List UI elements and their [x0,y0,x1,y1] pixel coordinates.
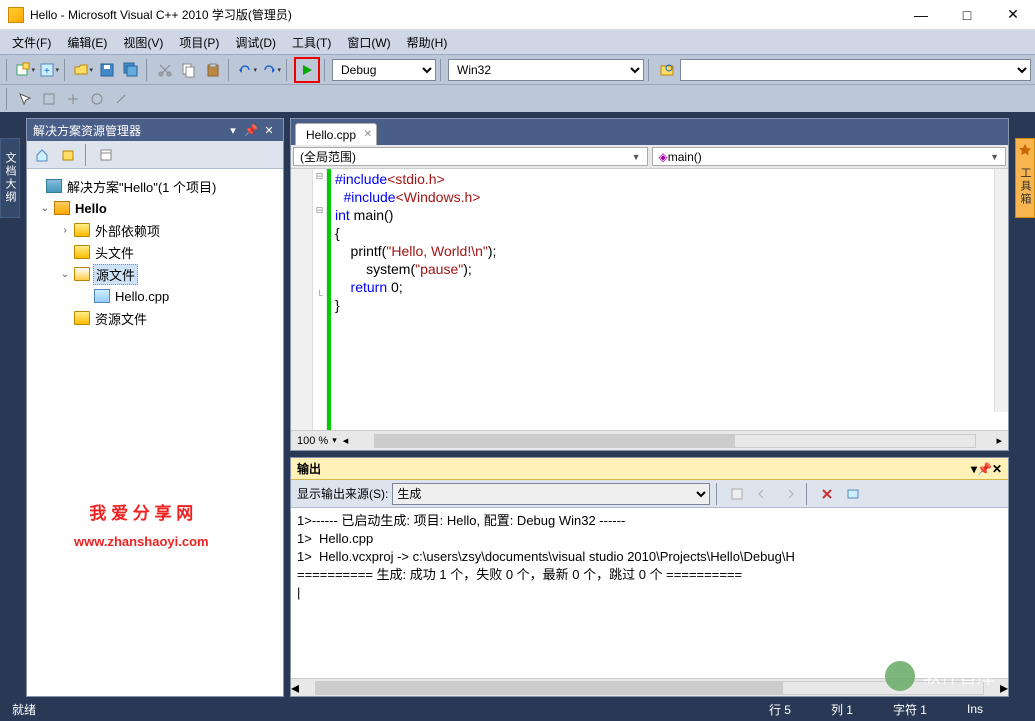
menu-help[interactable]: 帮助(H) [399,31,456,54]
new-project-button[interactable]: ▾ [14,59,36,81]
solution-explorer-header: 解决方案资源管理器 ▾ 📌 ✕ [27,119,283,141]
open-button[interactable]: ▾ [72,59,94,81]
output-source-select[interactable]: 生成 [392,483,710,505]
overview-ruler[interactable] [994,169,1008,412]
config-select[interactable]: Debug [332,59,436,81]
menu-view[interactable]: 视图(V) [115,31,171,54]
tree-project[interactable]: ⌄Hello [31,197,279,219]
output-clear-button[interactable] [816,483,838,505]
svg-text:+: + [44,66,50,77]
tool2-button[interactable] [38,88,60,110]
solution-toolbar [27,141,283,169]
status-ready: 就绪 [12,701,36,718]
window-title: Hello - Microsoft Visual C++ 2010 学习版(管理… [30,6,907,23]
tool4-button[interactable] [86,88,108,110]
maximize-button[interactable]: □ [953,5,981,25]
panel-close-button[interactable]: ✕ [261,122,277,138]
output-toolbar: 显示输出来源(S): 生成 [291,480,1008,508]
editor-navbar: (全局范围)▼ ◈ main()▼ [291,145,1008,169]
save-all-button[interactable] [120,59,142,81]
titlebar: Hello - Microsoft Visual C++ 2010 学习版(管理… [0,0,1035,30]
tool3-button[interactable] [62,88,84,110]
output-title: 输出 [297,460,321,477]
fold-gutter[interactable]: ⊟⊟└ [313,169,327,430]
tree-folder-source[interactable]: ⌄源文件 [31,263,279,285]
scope-select[interactable]: (全局范围)▼ [293,147,648,166]
tree-solution[interactable]: 解决方案"Hello"(1 个项目) [31,175,279,197]
breakpoint-gutter[interactable] [291,169,313,430]
tree-folder-headers[interactable]: 头文件 [31,241,279,263]
zoom-level[interactable]: 100 % [297,435,328,447]
editor-tab-hello-cpp[interactable]: Hello.cpp✕ [295,123,377,145]
pointer-button[interactable] [14,88,36,110]
find-in-files-button[interactable] [656,59,678,81]
editor-footer: 100 %▾ ◂ ▸ [291,430,1008,450]
menubar: 文件(F) 编辑(E) 视图(V) 项目(P) 调试(D) 工具(T) 窗口(W… [0,30,1035,54]
output-hscrollbar[interactable]: ◂▸ [291,678,1008,696]
menu-file[interactable]: 文件(F) [4,31,59,54]
output-panel: 输出 ▾ 📌 ✕ 显示输出来源(S): 生成 1>------ 已启动生成: 项… [290,457,1009,697]
solution-explorer-title: 解决方案资源管理器 [33,122,141,139]
editor-hscrollbar[interactable] [374,434,976,448]
member-select[interactable]: ◈ main()▼ [652,147,1007,166]
code-editor: Hello.cpp✕ (全局范围)▼ ◈ main()▼ ⊟⊟└ #includ… [290,118,1009,451]
code-area[interactable]: ⊟⊟└ #include<stdio.h> #include<Windows.h… [291,169,1008,430]
platform-select[interactable]: Win32 [448,59,644,81]
toolbar-secondary [0,84,1035,112]
panel-pin-button[interactable]: 📌 [243,122,259,138]
tree-file-hello-cpp[interactable]: Hello.cpp [31,285,279,307]
output-prev-button[interactable] [752,483,774,505]
status-col: 列 1 [831,701,853,718]
sol-refresh-button[interactable] [57,144,79,166]
output-text[interactable]: 1>------ 已启动生成: 项目: Hello, 配置: Debug Win… [291,508,1008,678]
output-next-button[interactable] [778,483,800,505]
start-debug-button[interactable] [294,57,320,83]
menu-edit[interactable]: 编辑(E) [59,31,115,54]
menu-tools[interactable]: 工具(T) [284,31,339,54]
undo-button[interactable]: ▾ [236,59,258,81]
code-text[interactable]: #include<stdio.h> #include<Windows.h> in… [331,169,1008,430]
menu-window[interactable]: 窗口(W) [339,31,398,54]
menu-project[interactable]: 项目(P) [171,31,227,54]
output-goto-button[interactable] [726,483,748,505]
tree-folder-resource[interactable]: 资源文件 [31,307,279,329]
status-ins: Ins [967,702,983,716]
find-select[interactable] [680,59,1031,81]
minimize-button[interactable]: — [907,5,935,25]
cut-button[interactable] [154,59,176,81]
menu-debug[interactable]: 调试(D) [227,31,284,54]
tab-close-icon[interactable]: ✕ [364,129,372,140]
copy-button[interactable] [178,59,200,81]
output-close-button[interactable]: ✕ [992,462,1002,476]
solution-explorer-panel: 解决方案资源管理器 ▾ 📌 ✕ 解决方案"Hello"(1 个项目) ⌄Hell… [26,118,284,697]
toolbar-main: ▾ +▾ ▾ ▾ ▾ Debug Win32 [0,54,1035,84]
close-button[interactable]: ✕ [999,5,1027,25]
sol-properties-button[interactable] [95,144,117,166]
output-pin-button[interactable]: 📌 [977,462,992,476]
tree-folder-external[interactable]: ›外部依赖项 [31,219,279,241]
redo-button[interactable]: ▾ [260,59,282,81]
solution-tree[interactable]: 解决方案"Hello"(1 个项目) ⌄Hello ›外部依赖项 头文件 ⌄源文… [27,169,283,696]
sidebar-tab-document-outline[interactable]: 文档大纲 [0,138,20,218]
save-button[interactable] [96,59,118,81]
panel-menu-button[interactable]: ▾ [225,122,241,138]
paste-button[interactable] [202,59,224,81]
add-item-button[interactable]: +▾ [38,59,60,81]
editor-tabstrip: Hello.cpp✕ [291,119,1008,145]
tool5-button[interactable] [110,88,132,110]
sol-home-button[interactable] [31,144,53,166]
app-icon [8,7,24,23]
output-header: 输出 ▾ 📌 ✕ [291,458,1008,480]
statusbar: 就绪 行 5 列 1 字符 1 Ins [0,697,1035,721]
sidebar-tab-toolbox[interactable]: 工具箱 [1015,138,1035,218]
output-source-label: 显示输出来源(S): [297,485,388,502]
status-line: 行 5 [769,701,791,718]
status-char: 字符 1 [893,701,927,718]
output-wrap-button[interactable] [842,483,864,505]
